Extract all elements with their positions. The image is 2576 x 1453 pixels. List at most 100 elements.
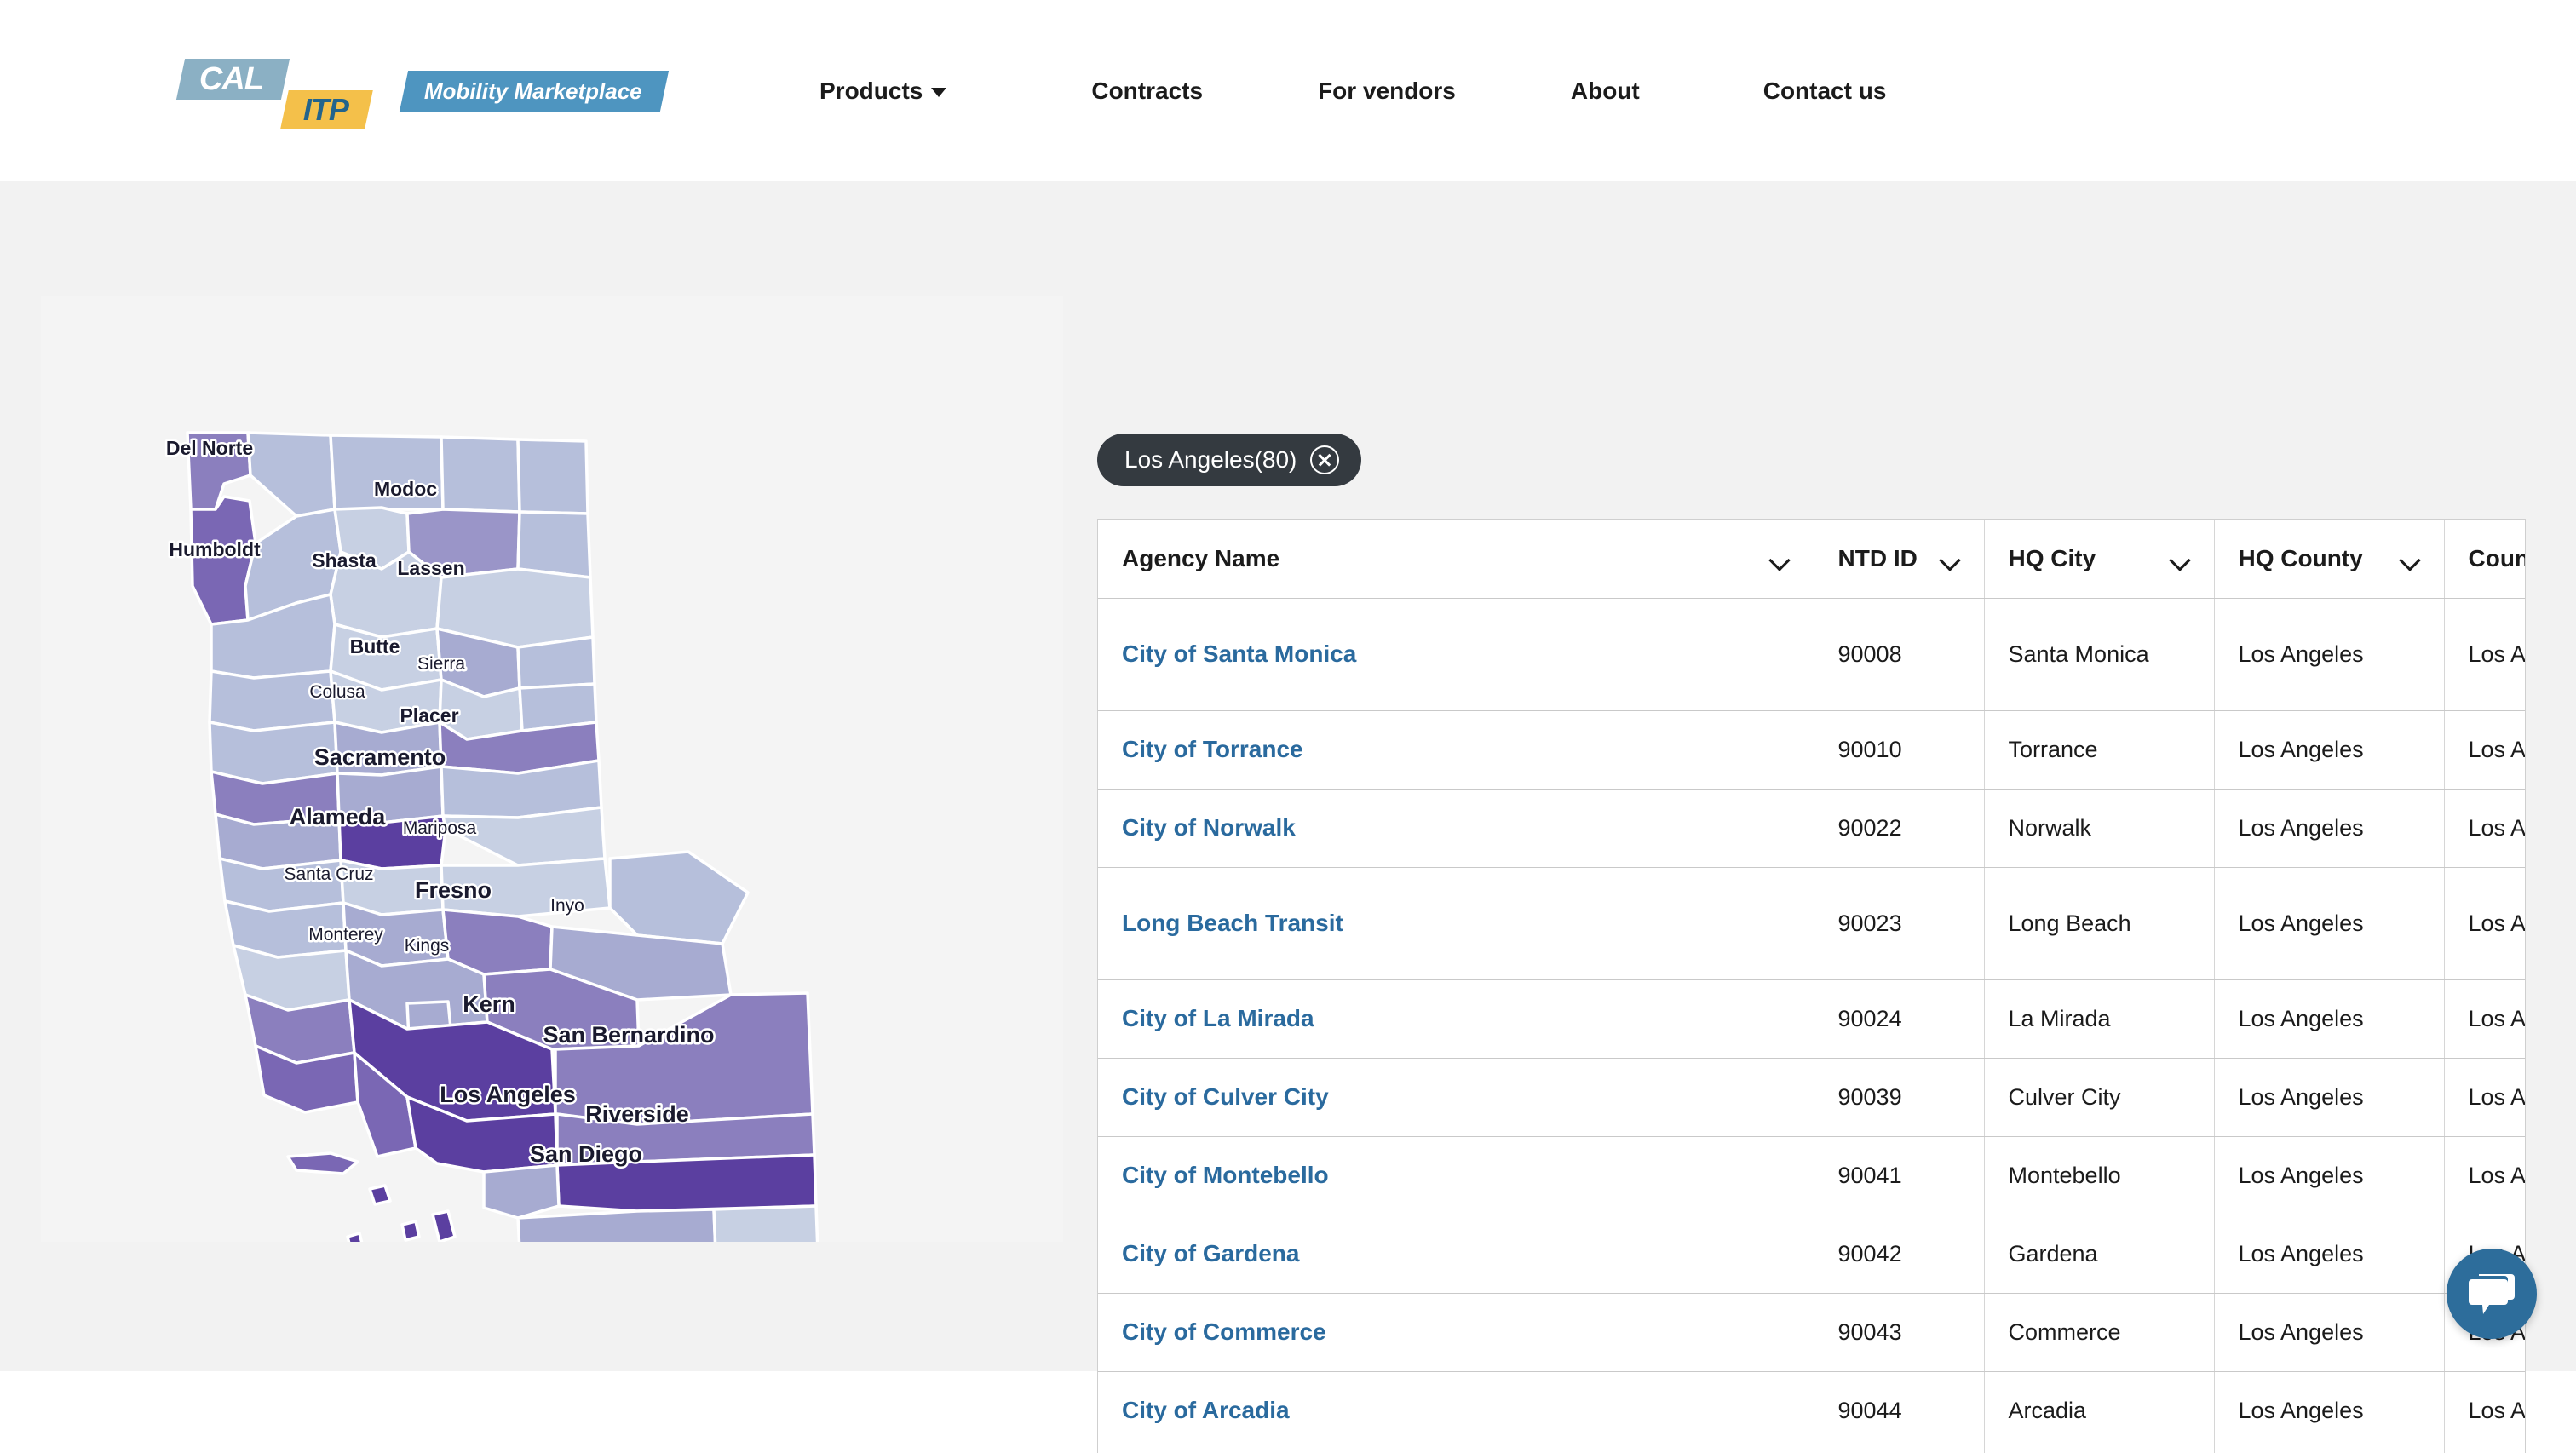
chevron-down-icon[interactable] [1941,553,1960,564]
table-row-partial[interactable] [1098,1450,2525,1453]
island-catalina[interactable] [431,1209,457,1242]
table-row[interactable]: City of Torrance 90010 Torrance Los Ange… [1098,710,2525,790]
column-label-ntd-id: NTD ID [1837,544,1918,571]
island-channel-north[interactable] [286,1151,359,1175]
map-label-inyo: Inyo [550,896,584,916]
cell-ntd-id: 90010 [1814,710,1985,790]
chevron-down-icon[interactable] [1771,553,1790,564]
agency-link[interactable]: Long Beach Transit [1122,910,1343,936]
cell-agency-name[interactable]: City of Gardena [1098,1215,1814,1294]
island-san-nicolas[interactable] [400,1220,421,1242]
cell-ntd-id: 90039 [1814,1058,1985,1137]
agency-link[interactable]: City of Santa Monica [1122,640,1356,667]
county-modoc-west[interactable] [440,435,521,514]
column-header-agency-name[interactable]: Agency Name [1098,520,1814,599]
county-orange[interactable] [482,1163,561,1220]
table-row[interactable]: City of La Mirada 90024 La Mirada Los An… [1098,979,2525,1059]
chevron-down-icon[interactable] [2171,553,2190,564]
filter-chip-los-angeles[interactable]: Los Angeles(80) [1097,434,1362,486]
table-row[interactable]: City of Arcadia 90044 Arcadia Los Angele… [1098,1371,2525,1450]
table-row[interactable]: City of Norwalk 90022 Norwalk Los Angele… [1098,789,2525,868]
cell-agency-name[interactable]: City of Culver City [1098,1058,1814,1137]
agency-table-container[interactable]: Agency Name NTD ID HQ City HQ County Cou… [1097,519,2526,1453]
nav-item-for-vendors[interactable]: For vendors [1318,71,1456,112]
cell-counties-served: Los Angeles [2444,710,2525,790]
cell-counties-served: Los Angeles [2444,1058,2525,1137]
cell-agency-name[interactable]: City of Santa Monica [1098,598,1814,711]
county-imperial[interactable] [712,1204,819,1242]
cell-agency-name[interactable]: City of Torrance [1098,710,1814,790]
nav-item-contracts[interactable]: Contracts [1091,71,1203,112]
map-label-lassen: Lassen [397,557,464,579]
site-logo[interactable]: CAL ITP Mobility Marketplace [175,52,700,130]
circle-x-icon[interactable] [1310,445,1340,474]
county-lassen-north[interactable] [516,510,592,579]
cell-ntd-id [1814,1450,1985,1453]
map-label-shasta: Shasta [312,549,377,571]
cell-agency-name[interactable]: City of Arcadia [1098,1371,1814,1450]
column-label-hq-city: HQ City [2008,544,2096,571]
california-map-panel[interactable]: Del Norte Modoc Humboldt Shasta Lassen B… [41,296,1063,1242]
agency-link[interactable]: City of Commerce [1122,1318,1326,1345]
nav-item-about[interactable]: About [1571,71,1640,112]
column-header-ntd-id[interactable]: NTD ID [1814,520,1985,599]
agency-link[interactable]: City of Culver City [1122,1083,1329,1110]
california-choropleth-map[interactable]: Del Norte Modoc Humboldt Shasta Lassen B… [41,296,1063,1242]
cell-ntd-id: 90008 [1814,598,1985,711]
agency-link[interactable]: City of Gardena [1122,1240,1299,1266]
agency-link[interactable]: City of Arcadia [1122,1397,1290,1423]
cell-counties-served: Los Angeles [2444,1371,2525,1450]
cell-agency-name[interactable]: Long Beach Transit [1098,867,1814,980]
column-header-hq-city[interactable]: HQ City [1984,520,2215,599]
column-header-hq-county[interactable]: HQ County [2214,520,2445,599]
nav-item-contact-us[interactable]: Contact us [1763,71,1887,112]
map-label-los-angeles: Los Angeles [440,1082,576,1107]
cell-hq-county: Los Angeles [2214,1058,2445,1137]
cell-agency-name[interactable]: City of La Mirada [1098,979,1814,1059]
cell-counties-served: Los Angeles [2444,789,2525,868]
chevron-down-icon[interactable] [2401,553,2420,564]
island-san-clemente-small[interactable] [346,1232,364,1242]
results-panel: Los Angeles(80) Agency Name NTD ID HQ Ci… [1097,181,2576,1453]
nav-item-products[interactable]: Products [819,71,947,112]
cell-agency-name[interactable]: City of Commerce [1098,1293,1814,1372]
county-san-diego[interactable] [516,1208,717,1242]
map-label-san-bernardino: San Bernardino [543,1022,714,1048]
map-label-kern: Kern [463,991,515,1017]
cell-ntd-id: 90041 [1814,1136,1985,1215]
island-santa-barbara[interactable] [368,1184,392,1206]
cell-ntd-id: 90023 [1814,867,1985,980]
map-label-mariposa: Mariposa [403,818,477,838]
cell-agency-name[interactable]: City of Norwalk [1098,789,1814,868]
table-row[interactable]: City of Montebello 90041 Montebello Los … [1098,1136,2525,1215]
map-label-monterey: Monterey [308,925,383,945]
agency-link[interactable]: City of Montebello [1122,1162,1329,1188]
table-header-row: Agency Name NTD ID HQ City HQ County Cou… [1098,520,2525,599]
agency-link[interactable]: City of Torrance [1122,736,1303,762]
table-row[interactable]: City of Gardena 90042 Gardena Los Angele… [1098,1215,2525,1294]
cell-hq-city: Long Beach [1984,867,2215,980]
cell-hq-county: Los Angeles [2214,1293,2445,1372]
agency-link[interactable]: City of La Mirada [1122,1005,1314,1031]
column-header-counties-served[interactable]: Counties Served [2444,520,2525,599]
county-shapes [186,431,819,1242]
table-row[interactable]: City of Santa Monica 90008 Santa Monica … [1098,598,2525,711]
logo-cal-text: CAL [199,60,264,96]
cell-agency-name[interactable] [1098,1450,1814,1453]
agency-link[interactable]: City of Norwalk [1122,814,1296,841]
map-label-san-diego: San Diego [530,1141,642,1167]
main-content: Del Norte Modoc Humboldt Shasta Lassen B… [0,181,2576,1453]
county-plumas[interactable] [516,635,596,690]
table-row[interactable]: Long Beach Transit 90023 Long Beach Los … [1098,867,2525,980]
map-label-humboldt: Humboldt [169,538,261,560]
cell-hq-city: Santa Monica [1984,598,2215,711]
county-mono[interactable] [608,850,750,945]
chat-widget-button[interactable] [2447,1249,2537,1339]
table-body: City of Santa Monica 90008 Santa Monica … [1098,598,2525,1453]
table-row[interactable]: City of Culver City 90039 Culver City Lo… [1098,1058,2525,1137]
county-siskiyou-west[interactable] [246,431,336,518]
table-row[interactable]: City of Commerce 90043 Commerce Los Ange… [1098,1293,2525,1372]
cell-agency-name[interactable]: City of Montebello [1098,1136,1814,1215]
map-label-modoc: Modoc [374,478,437,500]
county-modoc[interactable] [516,438,589,515]
